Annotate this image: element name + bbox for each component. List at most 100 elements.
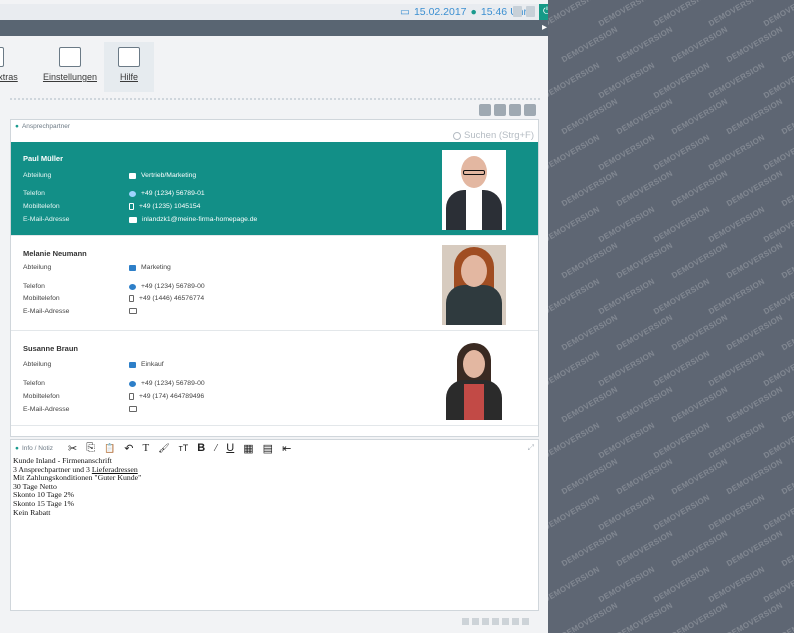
watermark-text: DEMOVERSION (596, 0, 657, 29)
contact-name: Melanie Neumann (23, 249, 87, 258)
font-icon[interactable]: T (142, 442, 149, 454)
watermark-text: DEMOVERSION (559, 240, 620, 281)
window-icon[interactable] (494, 104, 506, 116)
ribbon-help-button[interactable]: Hilfe (104, 42, 154, 92)
contact-name: Susanne Braun (23, 344, 79, 353)
watermark-text: DEMOVERSION (761, 204, 794, 245)
watermark-text: DEMOVERSION (669, 168, 730, 209)
mail-icon (129, 406, 137, 412)
mobile-icon (129, 203, 134, 210)
contact-phone[interactable]: +49 (1234) 56789-00 (129, 283, 205, 290)
contact-card[interactable]: Melanie Neumann Abteilung Marketing Tele… (11, 237, 538, 331)
expand-icon[interactable]: ⤢ (528, 443, 534, 453)
footer-icon[interactable] (512, 618, 519, 625)
notification-icon[interactable] (513, 6, 522, 17)
contact-email[interactable] (129, 406, 142, 412)
phone-icon (129, 283, 136, 290)
label-mobile: Mobiltelefon (23, 393, 60, 400)
watermark-text: DEMOVERSION (669, 312, 730, 353)
contact-search[interactable]: Suchen (Strg+F) (453, 130, 534, 141)
contact-card[interactable]: Paul Müller Abteilung Vertrieb/Marketing… (11, 142, 538, 236)
table-icon[interactable]: ▦ (243, 442, 253, 455)
extras-icon (0, 47, 4, 67)
document-icon[interactable]: ▤ (263, 442, 273, 455)
italic-button[interactable]: / (214, 442, 217, 454)
contact-phone[interactable]: +49 (1234) 56789-00 (129, 380, 205, 387)
label-department: Abteilung (23, 172, 52, 179)
demo-watermark-area: DEMOVERSION DEMOVERSION DEMOVERSION DEMOVER… (548, 0, 794, 633)
contact-phone[interactable]: +49 (1234) 56789-01 (129, 190, 205, 197)
contact-mobile[interactable]: +49 (174) 464789496 (129, 393, 204, 400)
font-size-icon[interactable]: тT (179, 443, 189, 453)
save-icon[interactable] (524, 104, 536, 116)
footer-icon[interactable] (482, 618, 489, 625)
watermark-text: DEMOVERSION (724, 96, 785, 137)
watermark-text: DEMOVERSION (651, 564, 712, 605)
watermark-text: DEMOVERSION (548, 132, 602, 173)
footer-icon[interactable] (472, 618, 479, 625)
watermark-text: DEMOVERSION (596, 492, 657, 533)
watermark-text: DEMOVERSION (706, 492, 767, 533)
ribbon-extras-button[interactable]: xtras (0, 42, 22, 92)
watermark-text: DEMOVERSION (559, 600, 620, 633)
ribbon-settings-button[interactable]: Einstellungen (40, 42, 100, 92)
watermark-text: DEMOVERSION (724, 240, 785, 281)
ribbon-settings-label: Einstellungen (42, 72, 98, 82)
watermark-text: DEMOVERSION (614, 600, 675, 633)
exit-icon[interactable]: ⇤ (282, 442, 291, 455)
department-icon (129, 361, 136, 368)
contact-card[interactable]: Susanne Braun Abteilung Einkauf Telefon … (11, 332, 538, 426)
watermark-text: DEMOVERSION (596, 348, 657, 389)
watermark-text: DEMOVERSION (559, 168, 620, 209)
footer-icon[interactable] (522, 618, 529, 625)
notes-text-area[interactable]: Kunde Inland - Firmenanschrift 3 Ansprec… (13, 456, 141, 517)
watermark-text: DEMOVERSION (724, 528, 785, 569)
label-email: E-Mail-Adresse (23, 406, 70, 413)
watermark-text: DEMOVERSION (651, 492, 712, 533)
watermark-text: DEMOVERSION (548, 60, 602, 101)
label-email: E-Mail-Adresse (23, 216, 70, 223)
watermark-text: DEMOVERSION (614, 240, 675, 281)
underline-button[interactable]: U (226, 442, 234, 454)
watermark-text: DEMOVERSION (651, 204, 712, 245)
watermark-text: DEMOVERSION (651, 420, 712, 461)
copy-icon[interactable]: ⎘ (86, 442, 95, 455)
chart-icon[interactable] (509, 104, 521, 116)
document-icon[interactable] (526, 6, 535, 17)
search-icon (453, 131, 462, 140)
paste-icon[interactable]: 📋 (104, 443, 115, 454)
footer-icon[interactable] (502, 618, 509, 625)
label-mobile: Mobiltelefon (23, 295, 60, 302)
print-icon[interactable] (479, 104, 491, 116)
undo-icon[interactable]: ↶ (124, 442, 133, 455)
department-icon (129, 172, 136, 179)
watermark-text: DEMOVERSION (669, 240, 730, 281)
watermark-text: DEMOVERSION (651, 0, 712, 29)
subheader-bar: ▸ (0, 20, 555, 36)
footer-icon[interactable] (462, 618, 469, 625)
watermark-text: DEMOVERSION (596, 132, 657, 173)
label-department: Abteilung (23, 264, 52, 271)
watermark-text: DEMOVERSION (706, 420, 767, 461)
mail-icon (129, 308, 137, 314)
contact-email[interactable] (129, 308, 142, 314)
watermark-text: DEMOVERSION (669, 600, 730, 633)
fill-color-icon[interactable]: 🖌 (158, 443, 169, 454)
bold-button[interactable]: B (197, 442, 205, 454)
contact-email[interactable]: inlandzk1@meine-firma-homepage.de (129, 216, 257, 223)
watermark-text: DEMOVERSION (596, 60, 657, 101)
watermark-text: DEMOVERSION (614, 168, 675, 209)
phone-icon (129, 380, 136, 387)
watermark-text: DEMOVERSION (761, 132, 794, 173)
notes-editor[interactable]: ● Info / Notiz ✂ ⎘ 📋 ↶ T 🖌 тT B / U ▦ ▤ ⇤… (10, 439, 539, 611)
watermark-text: DEMOVERSION (614, 24, 675, 65)
contact-mobile[interactable]: +49 (1235) 1045154 (129, 203, 200, 210)
watermark-text: DEMOVERSION (559, 384, 620, 425)
contact-mobile[interactable]: +49 (1446) 46576774 (129, 295, 204, 302)
watermark-text: DEMOVERSION (596, 204, 657, 245)
chevron-right-icon[interactable]: ▸ (542, 22, 547, 33)
watermark-text: DEMOVERSION (669, 528, 730, 569)
footer-icon[interactable] (492, 618, 499, 625)
datetime-display: ▭ 15.02.2017 ● 15:46 Uhr (400, 4, 527, 20)
cut-icon[interactable]: ✂ (68, 442, 77, 455)
